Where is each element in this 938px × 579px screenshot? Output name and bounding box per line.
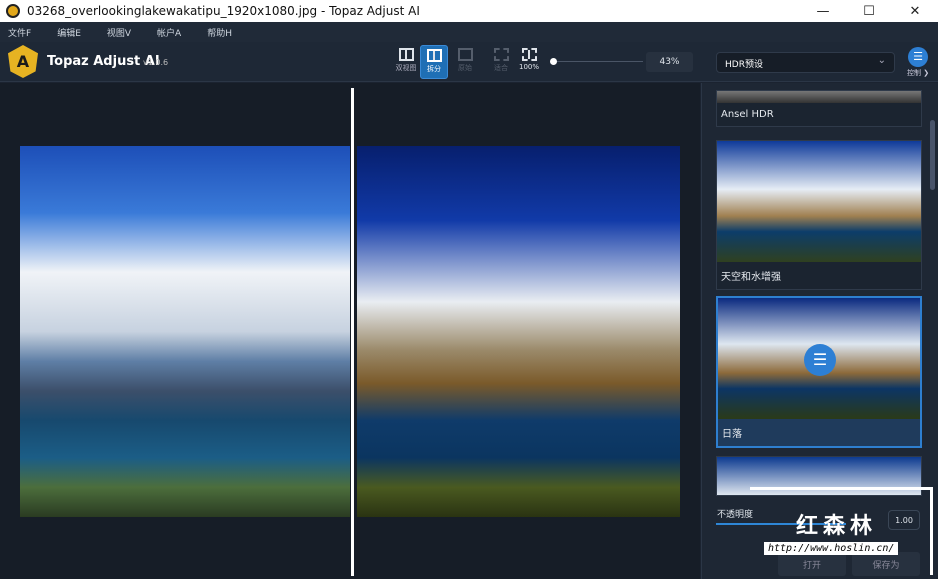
fit-label: 适合 (494, 64, 508, 72)
preset-card[interactable]: Ansel HDR (716, 90, 922, 127)
title-bar: 03268_overlookinglakewakatipu_1920x1080.… (0, 0, 938, 22)
image-canvas[interactable] (0, 83, 700, 579)
app-icon (6, 4, 20, 18)
chevron-down-icon: ⌄ (877, 55, 886, 66)
menu-view[interactable]: 视图V (107, 26, 131, 39)
control-label: 控制 ❯ (907, 69, 930, 77)
split-divider-handle[interactable] (351, 88, 354, 576)
control-button[interactable]: ☰ 控制 ❯ (907, 47, 929, 78)
watermark: 红森林 http://www.hoslin.cn/ (750, 487, 933, 575)
split-icon (426, 49, 442, 62)
panel-scrollbar[interactable] (930, 120, 935, 190)
preset-label: 天空和水增强 (721, 272, 781, 283)
topaz-logo: A (8, 45, 38, 78)
menu-edit[interactable]: 编辑E (57, 26, 81, 39)
opacity-label: 不透明度 (717, 510, 754, 520)
fit-icon (493, 48, 509, 61)
menu-help[interactable]: 帮助H (207, 26, 232, 39)
actual-size-button[interactable]: 100% (515, 45, 543, 79)
preset-thumbnail: ☰ (718, 298, 920, 419)
preset-label: 日落 (722, 429, 742, 440)
zoom-slider[interactable] (553, 61, 643, 62)
original-button[interactable]: 原始 (451, 45, 479, 79)
preset-label: Ansel HDR (721, 109, 774, 120)
menu-bar: 文件F 编辑E 视图V 帐户A 帮助H (0, 22, 938, 42)
zoom-value[interactable]: 43% (646, 52, 693, 72)
adjust-sliders-icon[interactable]: ☰ (804, 344, 836, 376)
dual-view-button[interactable]: 双视图 (392, 45, 420, 79)
image-icon (457, 48, 473, 61)
maximize-button[interactable]: ☐ (846, 0, 892, 22)
processed-image (357, 146, 680, 517)
sliders-icon: ☰ (908, 47, 929, 67)
split-label: 拆分 (427, 65, 441, 73)
watermark-url: http://www.hoslin.cn/ (764, 542, 899, 555)
zoom-slider-handle[interactable] (550, 58, 557, 65)
actual-size-label: 100% (518, 63, 539, 71)
close-button[interactable]: ✕ (892, 0, 938, 22)
preset-card[interactable]: 天空和水增强 (716, 140, 922, 290)
actual-size-icon (521, 48, 537, 61)
preset-thumbnail (717, 91, 921, 103)
original-label: 原始 (458, 64, 472, 72)
dual-view-label: 双视图 (395, 64, 417, 72)
preset-card-selected[interactable]: ☰ 日落 (716, 296, 922, 448)
app-version: v1.0.6 (143, 58, 169, 67)
watermark-text: 红森林 (796, 514, 878, 539)
menu-file[interactable]: 文件F (8, 26, 31, 39)
preset-category-select[interactable]: HDR预设 ⌄ (716, 52, 895, 73)
dual-view-icon (398, 48, 414, 61)
window-title: 03268_overlookinglakewakatipu_1920x1080.… (27, 4, 420, 18)
menu-account[interactable]: 帐户A (157, 26, 181, 39)
fit-button[interactable]: 适合 (487, 45, 515, 79)
split-button[interactable]: 拆分 (420, 45, 448, 79)
minimize-button[interactable]: — (800, 0, 846, 22)
preset-select-value: HDR预设 (725, 60, 763, 70)
original-image (20, 146, 350, 517)
preset-thumbnail (717, 141, 921, 262)
